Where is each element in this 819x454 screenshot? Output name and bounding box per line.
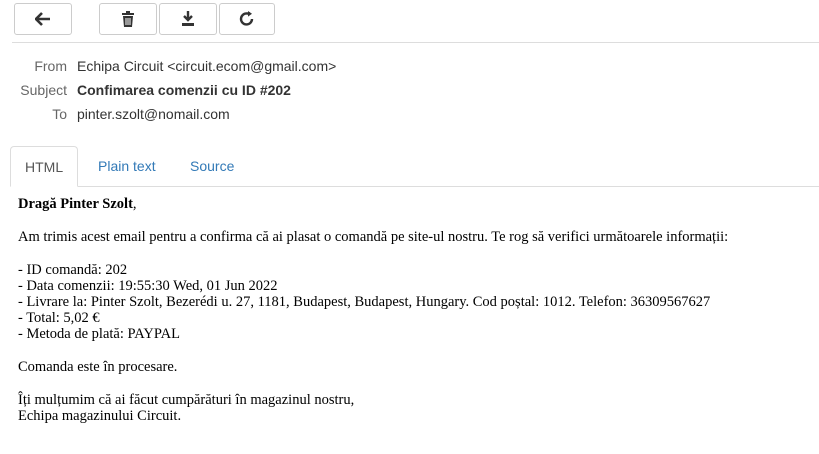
back-button[interactable]	[14, 3, 72, 35]
from-label: From	[34, 58, 67, 74]
tab-plain-text[interactable]: Plain text	[84, 146, 170, 187]
detail-total: - Total: 5,02 €	[18, 310, 100, 326]
from-value: Echipa Circuit <circuit.ecom@gmail.com>	[77, 58, 337, 74]
greeting: Dragă Pinter Szolt,	[18, 196, 813, 212]
detail-order-date: - Data comenzii: 19:55:30 Wed, 01 Jun 20…	[18, 278, 278, 294]
header-to: To pinter.szolt@nomail.com	[0, 105, 819, 123]
forward-button[interactable]	[219, 3, 275, 35]
header-from: From Echipa Circuit <circuit.ecom@gmail.…	[0, 57, 819, 75]
to-value: pinter.szolt@nomail.com	[77, 106, 230, 122]
detail-payment-method: - Metoda de plată: PAYPAL	[18, 326, 180, 342]
view-tabs: HTML Plain text Source	[0, 146, 819, 187]
delete-button[interactable]	[99, 3, 157, 35]
order-status: Comanda este în procesare.	[18, 359, 178, 375]
forward-icon	[239, 11, 255, 27]
detail-delivery: - Livrare la: Pinter Szolt, Bezerédi u. …	[18, 294, 711, 310]
detail-order-id: - ID comandă: 202	[18, 262, 128, 278]
greeting-name: Dragă Pinter Szolt	[18, 196, 133, 212]
header-subject: Subject Confimarea comenzii cu ID #202	[0, 81, 819, 99]
subject-value: Confimarea comenzii cu ID #202	[77, 82, 291, 98]
toolbar-divider	[12, 42, 819, 43]
closing-thanks: Îți mulțumim că ai făcut cumpărături în …	[18, 392, 355, 408]
closing-signature: Echipa magazinului Circuit.	[18, 408, 182, 424]
to-label: To	[52, 106, 67, 122]
trash-icon	[121, 11, 135, 27]
subject-label: Subject	[20, 82, 67, 98]
greeting-comma: ,	[132, 196, 137, 212]
download-icon	[181, 11, 195, 27]
toolbar	[0, 0, 819, 43]
arrow-left-icon	[35, 12, 51, 26]
download-button[interactable]	[159, 3, 217, 35]
message-body: Dragă Pinter Szolt, Am trimis acest emai…	[18, 196, 813, 424]
tab-source[interactable]: Source	[176, 146, 248, 187]
tab-html[interactable]: HTML	[10, 146, 79, 187]
intro-text: Am trimis acest email pentru a confirma …	[18, 229, 729, 245]
